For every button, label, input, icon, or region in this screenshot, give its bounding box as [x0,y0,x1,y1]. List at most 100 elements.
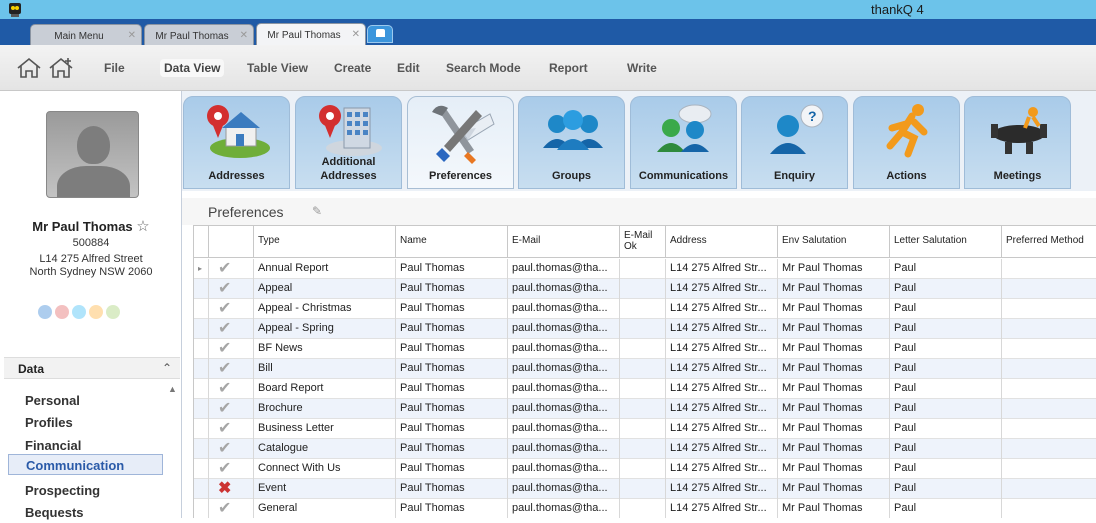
email-ok-cell[interactable] [620,499,666,518]
name-cell[interactable]: Paul Thomas [396,299,508,319]
env-salutation-cell[interactable]: Mr Paul Thomas [778,419,890,439]
letter-salutation-cell[interactable]: Paul [890,259,1002,279]
column-header-env-salutation[interactable]: Env Salutation [778,226,890,258]
address-cell[interactable]: L14 275 Alfred Str... [666,279,778,299]
type-cell[interactable]: Brochure [254,399,396,419]
email-ok-cell[interactable] [620,439,666,459]
scroll-up-icon[interactable]: ▲ [168,384,177,394]
name-cell[interactable]: Paul Thomas [396,439,508,459]
table-row[interactable]: ▸ ✔ Annual Report Paul Thomas paul.thomas@th… [194,259,1096,279]
row-indicator[interactable] [194,299,209,319]
env-salutation-cell[interactable]: Mr Paul Thomas [778,259,890,279]
row-indicator[interactable] [194,399,209,419]
name-cell[interactable]: Paul Thomas [396,399,508,419]
env-salutation-cell[interactable]: Mr Paul Thomas [778,439,890,459]
email-ok-cell[interactable] [620,399,666,419]
globe-badge-icon[interactable] [72,305,86,319]
ribbon-tab-meetings[interactable]: Meetings [964,96,1071,189]
check-icon[interactable]: ✔ [209,379,254,399]
address-cell[interactable]: L14 275 Alfred Str... [666,479,778,499]
column-header-email[interactable]: E-Mail [508,226,620,258]
tab-mr-paul-thomas-1[interactable]: Mr Paul Thomas ✕ [144,24,254,45]
cross-icon[interactable]: ✖ [209,479,254,499]
check-icon[interactable]: ✔ [209,319,254,339]
email-cell[interactable]: paul.thomas@tha... [508,319,620,339]
close-icon[interactable]: ✕ [128,30,136,41]
email-ok-cell[interactable] [620,479,666,499]
email-ok-cell[interactable] [620,319,666,339]
menu-search-mode[interactable]: Search Mode [446,61,521,75]
preferred-method-cell[interactable] [1002,259,1096,279]
email-ok-cell[interactable] [620,379,666,399]
email-cell[interactable]: paul.thomas@tha... [508,359,620,379]
type-cell[interactable]: BF News [254,339,396,359]
check-icon[interactable]: ✔ [209,499,254,518]
preferred-method-cell[interactable] [1002,319,1096,339]
tab-main-menu[interactable]: Main Menu ✕ [30,24,142,45]
preferred-method-cell[interactable] [1002,439,1096,459]
name-cell[interactable]: Paul Thomas [396,379,508,399]
row-indicator[interactable] [194,479,209,499]
ribbon-tab-additional-addresses[interactable]: Additional Addresses [295,96,402,189]
address-cell[interactable]: L14 275 Alfred Str... [666,379,778,399]
table-row[interactable]: ✔ Bill Paul Thomas paul.thomas@tha... L14 27… [194,359,1096,379]
email-ok-cell[interactable] [620,419,666,439]
name-cell[interactable]: Paul Thomas [396,459,508,479]
email-cell[interactable]: paul.thomas@tha... [508,259,620,279]
email-ok-cell[interactable] [620,259,666,279]
email-cell[interactable]: paul.thomas@tha... [508,299,620,319]
column-header-type[interactable]: Type [254,226,396,258]
type-cell[interactable]: Connect With Us [254,459,396,479]
nav-item-profiles[interactable]: Profiles [8,412,163,433]
column-header-letter-salutation[interactable]: Letter Salutation [890,226,1002,258]
menu-data-view[interactable]: Data View [160,59,225,77]
row-indicator[interactable] [194,339,209,359]
nav-item-personal[interactable]: Personal [8,390,163,411]
email-cell[interactable]: paul.thomas@tha... [508,339,620,359]
menu-file[interactable]: File [104,61,125,75]
preferred-method-cell[interactable] [1002,359,1096,379]
row-indicator[interactable] [194,419,209,439]
chevron-up-icon[interactable]: ⌃ [162,361,172,375]
name-cell[interactable]: Paul Thomas [396,339,508,359]
table-row[interactable]: ✔ General Paul Thomas paul.thomas@tha... L14… [194,499,1096,518]
address-cell[interactable]: L14 275 Alfred Str... [666,319,778,339]
close-icon[interactable]: ✕ [240,30,248,41]
env-salutation-cell[interactable]: Mr Paul Thomas [778,479,890,499]
email-cell[interactable]: paul.thomas@tha... [508,479,620,499]
email-cell[interactable]: paul.thomas@tha... [508,439,620,459]
address-cell[interactable]: L14 275 Alfred Str... [666,299,778,319]
letter-salutation-cell[interactable]: Paul [890,479,1002,499]
email-ok-cell[interactable] [620,279,666,299]
nav-item-financial[interactable]: Financial [8,435,163,456]
ribbon-tab-enquiry[interactable]: ? Enquiry [741,96,848,189]
row-indicator[interactable] [194,379,209,399]
nav-item-bequests[interactable]: Bequests [8,502,163,523]
row-indicator[interactable] [194,319,209,339]
letter-salutation-cell[interactable]: Paul [890,499,1002,518]
table-row[interactable]: ✔ Business Letter Paul Thomas paul.thomas@t… [194,419,1096,439]
ribbon-tab-communications[interactable]: Communications [630,96,737,189]
email-cell[interactable]: paul.thomas@tha... [508,459,620,479]
table-row[interactable]: ✔ Appeal - Christmas Paul Thomas paul.thoma… [194,299,1096,319]
name-cell[interactable]: Paul Thomas [396,499,508,518]
ribbon-tab-addresses[interactable]: Addresses [183,96,290,189]
leaf-badge-icon[interactable] [106,305,120,319]
type-cell[interactable]: Bill [254,359,396,379]
column-header-email-ok[interactable]: E-Mail Ok [620,226,666,258]
letter-salutation-cell[interactable]: Paul [890,419,1002,439]
check-icon[interactable]: ✔ [209,459,254,479]
type-cell[interactable]: Appeal [254,279,396,299]
row-indicator[interactable] [194,279,209,299]
letter-salutation-cell[interactable]: Paul [890,339,1002,359]
menu-write[interactable]: Write [627,61,657,75]
home-icon[interactable] [16,57,42,79]
env-salutation-cell[interactable]: Mr Paul Thomas [778,459,890,479]
check-icon[interactable]: ✔ [209,259,254,279]
email-ok-cell[interactable] [620,299,666,319]
type-cell[interactable]: Appeal - Christmas [254,299,396,319]
email-ok-cell[interactable] [620,339,666,359]
preferred-method-cell[interactable] [1002,399,1096,419]
star-icon[interactable]: ☆ [136,218,149,235]
name-cell[interactable]: Paul Thomas [396,359,508,379]
